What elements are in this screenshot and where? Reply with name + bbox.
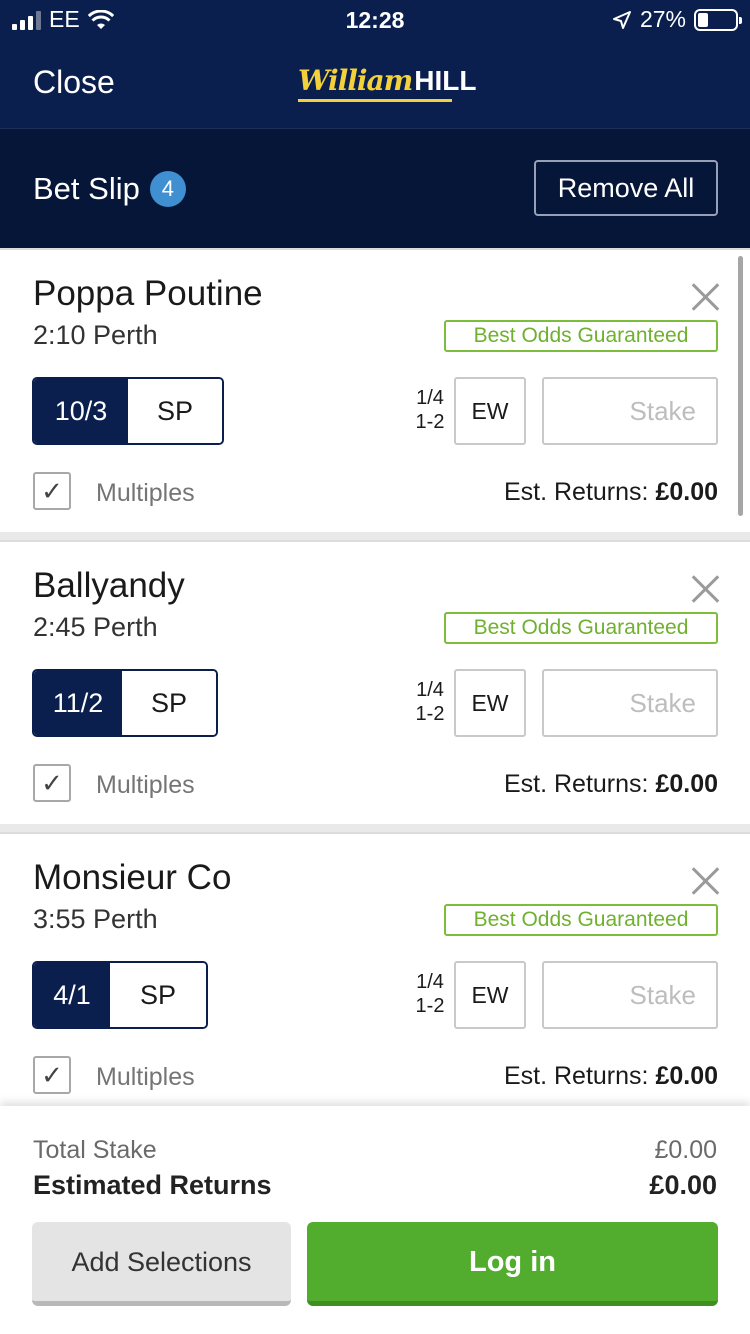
ew-terms: 1/4 1-2 <box>410 970 450 1018</box>
selection-list[interactable]: Poppa Poutine 2:10 Perth Best Odds Guara… <box>0 248 750 1106</box>
scrollbar[interactable] <box>738 256 743 516</box>
est-returns: Est. Returns: £0.00 <box>504 770 718 799</box>
best-odds-badge: Best Odds Guaranteed <box>444 320 718 352</box>
ew-terms-places: 1-2 <box>415 703 445 725</box>
status-bar: EE 12:28 27% <box>0 0 750 44</box>
bet-slip-label: Bet Slip <box>33 171 140 206</box>
ew-terms-places: 1-2 <box>415 411 445 433</box>
sp-option[interactable]: SP <box>110 963 206 1027</box>
selection-card: Poppa Poutine 2:10 Perth Best Odds Guara… <box>0 248 750 532</box>
multiples-label: Multiples <box>96 771 195 799</box>
each-way-button[interactable]: EW <box>454 669 526 737</box>
est-returns-value: £0.00 <box>655 1062 718 1090</box>
battery-icon <box>694 8 742 31</box>
horse-name: Ballyandy <box>33 566 185 605</box>
bet-slip-bar: Bet Slip 4 Remove All <box>0 128 750 248</box>
ew-terms-places: 1-2 <box>415 995 445 1017</box>
race-time: 3:55 Perth <box>33 904 158 934</box>
horse-name: Monsieur Co <box>33 858 232 897</box>
stake-input[interactable] <box>542 377 718 445</box>
each-way-button[interactable]: EW <box>454 377 526 445</box>
multiples-checkbox[interactable]: ✓ <box>33 472 71 510</box>
bet-slip-title: Bet Slip 4 <box>33 171 186 207</box>
remove-selection-icon[interactable] <box>690 866 720 896</box>
race-time: 2:10 Perth <box>33 320 158 350</box>
add-selections-button[interactable]: Add Selections <box>32 1222 291 1306</box>
est-returns-label: Est. Returns: <box>503 478 649 506</box>
ew-terms-fraction: 1/4 <box>416 679 444 701</box>
multiples-checkbox[interactable]: ✓ <box>33 764 71 802</box>
multiples-label: Multiples <box>96 1063 195 1091</box>
total-stake-value: £0.00 <box>654 1136 717 1164</box>
est-returns-value: £0.00 <box>655 770 718 798</box>
est-returns-label: Est. Returns: <box>503 770 649 798</box>
multiples-checkbox[interactable]: ✓ <box>33 1056 71 1094</box>
ew-terms-fraction: 1/4 <box>416 971 444 993</box>
selection-count-badge: 4 <box>149 171 186 207</box>
bet-summary-footer: Total Stake £0.00 Estimated Returns £0.0… <box>0 1106 750 1334</box>
stake-input[interactable] <box>542 961 718 1029</box>
remove-selection-icon[interactable] <box>690 574 720 604</box>
multiples-label: Multiples <box>96 479 195 507</box>
race-time: 2:45 Perth <box>33 612 158 642</box>
total-stake-label: Total Stake <box>33 1136 157 1164</box>
est-returns: Est. Returns: £0.00 <box>504 478 718 507</box>
close-button[interactable]: Close <box>33 64 115 101</box>
price-option[interactable]: 11/2 <box>34 671 122 735</box>
ew-terms-fraction: 1/4 <box>416 387 444 409</box>
odds-toggle[interactable]: 4/1 SP <box>32 961 208 1029</box>
app-header: EE 12:28 27% Close William HILL <box>0 0 750 128</box>
each-way-button[interactable]: EW <box>454 961 526 1029</box>
est-returns-label: Est. Returns: <box>503 1062 649 1090</box>
best-odds-badge: Best Odds Guaranteed <box>444 904 718 936</box>
odds-toggle[interactable]: 11/2 SP <box>32 669 218 737</box>
stake-input[interactable] <box>542 669 718 737</box>
price-option[interactable]: 4/1 <box>34 963 110 1027</box>
price-option[interactable]: 10/3 <box>34 379 128 443</box>
battery-percent: 27% <box>639 6 686 32</box>
logo-underline <box>298 99 452 102</box>
status-right: 27% <box>612 6 742 33</box>
selection-card: Ballyandy 2:45 Perth Best Odds Guarantee… <box>0 540 750 824</box>
ew-terms: 1/4 1-2 <box>410 678 450 726</box>
estimated-returns-label: Estimated Returns <box>33 1170 272 1200</box>
remove-all-button[interactable]: Remove All <box>534 160 718 216</box>
remove-selection-icon[interactable] <box>690 282 720 312</box>
location-icon <box>612 10 631 29</box>
william-hill-logo: William HILL <box>298 64 477 104</box>
best-odds-badge: Best Odds Guaranteed <box>444 612 718 644</box>
logo-script-text: William <box>298 64 413 97</box>
login-button[interactable]: Log in <box>307 1222 718 1306</box>
ew-terms: 1/4 1-2 <box>410 386 450 434</box>
battery-level <box>698 12 708 27</box>
est-returns: Est. Returns: £0.00 <box>504 1062 718 1091</box>
est-returns-value: £0.00 <box>655 478 718 506</box>
sp-option[interactable]: SP <box>128 379 222 443</box>
odds-toggle[interactable]: 10/3 SP <box>32 377 224 445</box>
sp-option[interactable]: SP <box>122 671 216 735</box>
selection-card: Monsieur Co 3:55 Perth Best Odds Guarant… <box>0 832 750 1106</box>
horse-name: Poppa Poutine <box>33 274 263 313</box>
estimated-returns-value: £0.00 <box>649 1170 717 1200</box>
logo-bold-text: HILL <box>414 65 477 96</box>
